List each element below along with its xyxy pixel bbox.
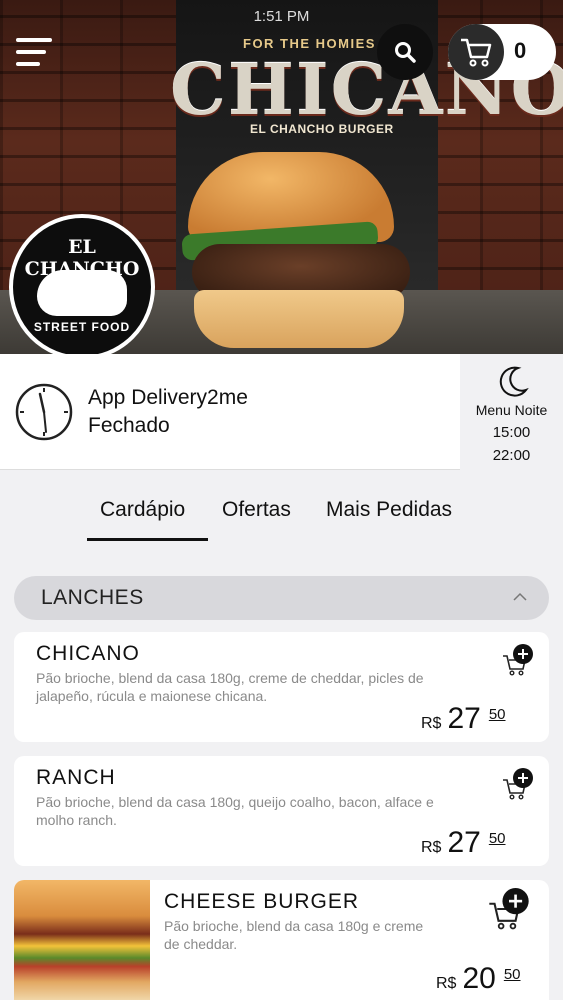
- store-name: App Delivery2me: [88, 386, 248, 409]
- cart-icon: [461, 38, 492, 67]
- logo-text-bottom: STREET FOOD: [33, 320, 131, 334]
- store-status: Fechado: [88, 414, 170, 437]
- tab-cardapio[interactable]: Cardápio: [100, 498, 185, 522]
- product-card[interactable]: CHEESE BURGER Pão brioche, blend da casa…: [14, 880, 549, 1000]
- price-integer: 27: [447, 702, 481, 735]
- search-button[interactable]: [377, 24, 433, 80]
- product-description: Pão brioche, blend da casa 180g, queijo …: [36, 794, 434, 828]
- search-icon: [395, 42, 416, 63]
- product-card[interactable]: CHICANO Pão brioche, blend da casa 180g,…: [14, 632, 549, 742]
- price-integer: 20: [462, 962, 496, 995]
- product-price: R$ 27 50: [421, 826, 506, 860]
- product-name: CHEESE BURGER: [164, 890, 360, 913]
- store-info-bar: App Delivery2me Fechado Menu Noite 15:00…: [0, 354, 563, 470]
- status-bar: 1:51 PM: [0, 4, 563, 25]
- clock-icon: [15, 383, 73, 441]
- menu-button[interactable]: [16, 36, 52, 68]
- status-time: 1:51 PM: [253, 8, 310, 25]
- product-name: CHICANO: [36, 642, 140, 665]
- schedule-end: 22:00: [492, 447, 531, 464]
- product-price: R$ 27 50: [421, 702, 506, 736]
- product-price: R$ 20 50: [436, 962, 521, 996]
- banner-tagline: EL CHANCHO BURGER: [250, 122, 394, 136]
- schedule-panel: Menu Noite 15:00 22:00: [460, 354, 563, 470]
- schedule-start: 15:00: [492, 424, 531, 441]
- price-cents: 50: [488, 706, 506, 723]
- cart-icon-wrapper: [448, 24, 504, 80]
- active-tab-indicator: [87, 538, 208, 541]
- cart-count: 0: [514, 38, 527, 63]
- pig-icon: [37, 270, 127, 316]
- product-name: RANCH: [36, 766, 116, 789]
- add-to-cart-icon[interactable]: [486, 888, 532, 930]
- category-header[interactable]: LANCHES: [14, 576, 549, 620]
- chevron-up-icon: [513, 592, 527, 601]
- product-description: Pão brioche, blend da casa 180g, creme d…: [36, 670, 424, 704]
- moon-icon: [499, 366, 529, 397]
- menu-icon: [16, 38, 52, 42]
- product-image: [14, 880, 150, 1000]
- category-title: LANCHES: [41, 586, 144, 609]
- add-to-cart-icon[interactable]: [501, 644, 535, 676]
- product-card[interactable]: RANCH Pão brioche, blend da casa 180g, q…: [14, 756, 549, 866]
- menu-icon: [16, 62, 40, 66]
- price-currency: R$: [421, 715, 442, 732]
- price-currency: R$: [436, 975, 457, 992]
- price-integer: 27: [447, 826, 481, 859]
- schedule-label: Menu Noite: [475, 402, 548, 418]
- burger-bun-bottom: [194, 290, 404, 348]
- menu-icon: [16, 50, 46, 54]
- price-cents: 50: [503, 966, 521, 983]
- tab-ofertas[interactable]: Ofertas: [222, 498, 291, 522]
- tab-mais-pedidas[interactable]: Mais Pedidas: [326, 498, 452, 522]
- add-to-cart-icon[interactable]: [501, 768, 535, 800]
- price-cents: 50: [488, 830, 506, 847]
- cart-button[interactable]: 0: [448, 24, 556, 80]
- store-logo: EL CHANCHO STREET FOOD: [9, 214, 155, 360]
- price-currency: R$: [421, 839, 442, 856]
- product-description: Pão brioche, blend da casa 180g e creme …: [164, 918, 424, 952]
